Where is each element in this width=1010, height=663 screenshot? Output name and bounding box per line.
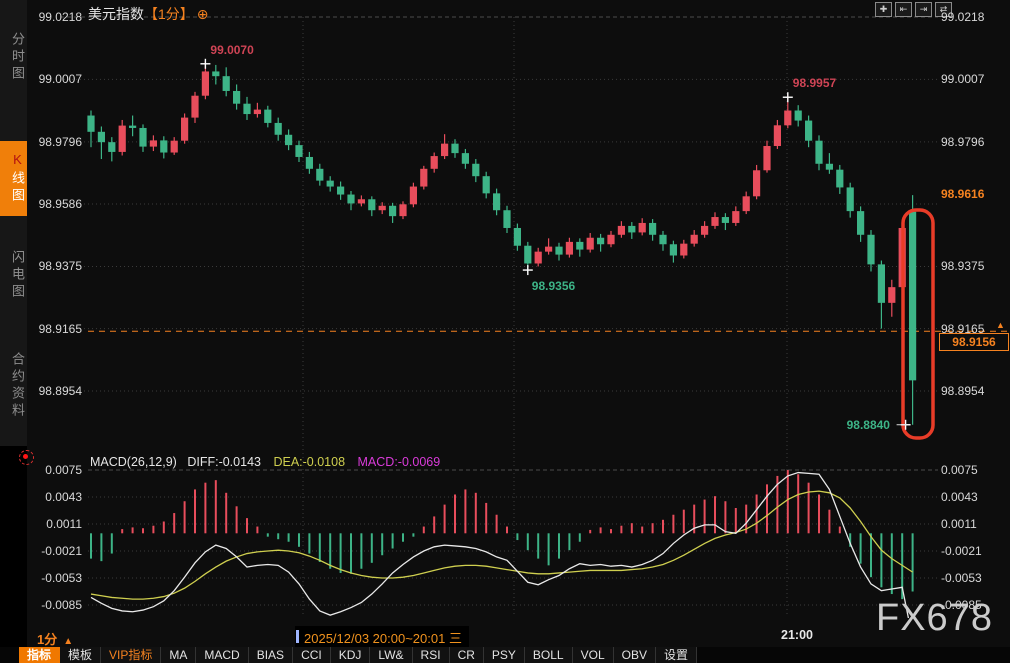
chart-canvas[interactable] [0,0,1010,663]
price-axis-label-left: 99.0007 [30,72,82,86]
price-axis-label-left: 98.9375 [30,259,82,273]
tab-14[interactable]: OBV [614,647,656,663]
indicator-tab-bar: 指标模板VIP指标MAMACDBIASCCIKDJLW&RSICRPSYBOLL… [0,647,1010,663]
add-compare-icon[interactable]: ⊕ [197,6,209,22]
macd-axis-label-left: 0.0043 [30,490,82,504]
sidebar-item-2[interactable]: 闪电图 [0,228,27,322]
price-annotation: 98.9957 [793,76,836,90]
macd-axis-label-right: 0.0075 [941,463,978,477]
price-axis-label-right: 98.8954 [941,384,984,398]
tab-11[interactable]: PSY [484,647,525,663]
shift-left-icon[interactable]: ⇤ [895,2,912,17]
price-axis-label-left: 98.9165 [30,322,82,336]
price-up-arrow-icon: ▲ [996,322,1005,329]
price-axis-label-left: 99.0218 [30,10,82,24]
chart-title: 美元指数【1分】⊕ [88,4,209,24]
tab-13[interactable]: VOL [573,647,614,663]
price-axis-label-left: 98.8954 [30,384,82,398]
macd-axis-label-right: -0.0021 [941,544,982,558]
macd-axis-label-left: -0.0085 [30,598,82,612]
tab-4[interactable]: MACD [196,647,248,663]
macd-axis-label-right: -0.0053 [941,571,982,585]
price-axis-label-right: 99.0218 [941,10,984,24]
macd-axis-label-right: 0.0011 [941,517,977,531]
tab-15[interactable]: 设置 [656,647,697,663]
watermark: FX678 [876,597,993,640]
macd-axis-label-right: 0.0043 [941,490,978,504]
tab-9[interactable]: RSI [413,647,450,663]
tab-10[interactable]: CR [450,647,484,663]
macd-dea-value: DEA:-0.0108 [273,455,345,469]
price-axis-label-right: 99.0007 [941,72,984,86]
macd-axis-label-left: -0.0021 [30,544,82,558]
tab-7[interactable]: KDJ [331,647,371,663]
macd-bar-value: MACD:-0.0069 [358,455,441,469]
left-sidebar: 分时图 K线图闪电图合约资料 [0,0,27,663]
price-axis-label-right: 98.9796 [941,135,984,149]
pan-crosshair-icon[interactable]: ✚ [875,2,892,17]
tab-3[interactable]: MA [161,647,196,663]
price-annotation: 98.9356 [532,279,575,293]
tab-12[interactable]: BOLL [525,647,573,663]
tab-5[interactable]: BIAS [249,647,293,663]
shift-right-icon[interactable]: ⇥ [915,2,932,17]
interval-tag: 【1分】 [144,6,194,22]
macd-readout: MACD(26,12,9) DIFF:-0.0143 DEA:-0.0108 M… [90,455,440,469]
tab-2[interactable]: VIP指标 [101,647,161,663]
session-high-label: 98.9616 [941,187,984,201]
price-axis-label-left: 98.9586 [30,197,82,211]
crosshair-info-icon [296,630,299,643]
price-annotation: 98.8840 [847,418,890,432]
crosshair-time-text: 2025/12/03 20:00~20:01 三 [304,631,462,646]
price-axis-label-right: 98.9375 [941,259,984,273]
macd-diff-value: DIFF:-0.0143 [187,455,261,469]
sidebar-item-1[interactable]: K线图 [0,141,27,216]
tab-8[interactable]: LW& [370,647,412,663]
time-axis-label: 21:00 [781,628,813,642]
interval-dropdown-icon: ▲ [63,636,73,647]
tab-0[interactable]: 指标 [19,647,60,663]
macd-axis-label-left: -0.0053 [30,571,82,585]
current-price-label: 98.9156 [939,333,1009,351]
price-axis-label-left: 98.9796 [30,135,82,149]
interval-selector[interactable]: 1分 ▲ [37,629,73,648]
sidebar-item-3[interactable]: 合约资料 [0,330,27,442]
macd-axis-label-left: 0.0011 [30,517,82,531]
tab-6[interactable]: CCI [293,647,331,663]
symbol-name: 美元指数 [88,6,144,22]
crosshair-time-readout: 2025/12/03 20:00~20:01 三 [295,626,469,649]
tab-1[interactable]: 模板 [60,647,101,663]
interval-label: 1分 [37,632,57,647]
macd-axis-label-left: 0.0075 [30,463,82,477]
sidebar-item-0[interactable]: 分时图 [0,8,27,106]
macd-params: MACD(26,12,9) [90,455,177,469]
trading-terminal: { "colors":{"up":"#e84d5c","down":"#3db4… [0,0,1010,663]
price-annotation: 99.0070 [210,43,253,57]
